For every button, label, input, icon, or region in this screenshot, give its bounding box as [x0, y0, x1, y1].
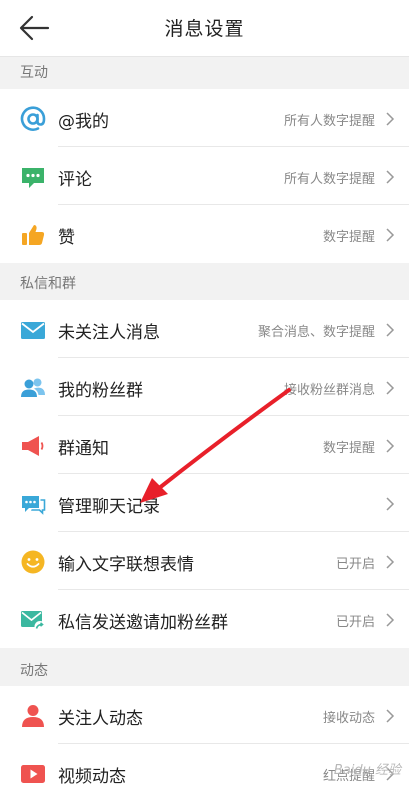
setting-value: 已开启 [335, 615, 375, 630]
setting-label: 关注人动态 [58, 709, 143, 729]
setting-label: 我的粉丝群 [58, 381, 143, 401]
setting-row-comment[interactable]: 评论 所有人数字提醒 [0, 147, 409, 205]
chat-bubbles-icon [22, 496, 46, 515]
setting-row-stranger-msg[interactable]: 未关注人消息 聚合消息、数字提醒 [0, 300, 409, 358]
setting-value: 数字提醒 [322, 230, 375, 245]
setting-label: @我的 [58, 112, 109, 132]
setting-row-dm-invite[interactable]: 私信发送邀请加粉丝群 已开启 [0, 590, 409, 648]
chevron-right-icon [386, 439, 395, 453]
setting-label: 输入文字联想表情 [58, 555, 194, 575]
chevron-right-icon [386, 381, 395, 395]
chevron-right-icon [386, 170, 395, 184]
setting-row-fan-group[interactable]: 我的粉丝群 接收粉丝群消息 [0, 358, 409, 416]
section-header-dm-groups: 私信和群 [0, 263, 409, 300]
setting-label: 视频动态 [58, 767, 126, 786]
setting-value: 接收粉丝群消息 [283, 383, 375, 398]
at-icon [20, 106, 46, 131]
video-icon [21, 765, 45, 783]
setting-row-mention[interactable]: @我的 所有人数字提醒 [0, 89, 409, 147]
setting-row-follow-activity[interactable]: 关注人动态 接收动态 [0, 686, 409, 744]
chevron-right-icon [386, 228, 395, 242]
smiley-icon [21, 550, 45, 574]
setting-value: 所有人数字提醒 [283, 172, 375, 187]
megaphone-icon [22, 436, 44, 456]
thumbs-up-icon [22, 225, 45, 245]
group-icon [21, 378, 45, 397]
page-title: 消息设置 [164, 18, 245, 40]
setting-value: 数字提醒 [322, 441, 375, 456]
person-icon [22, 705, 44, 727]
setting-row-emoji-suggest[interactable]: 输入文字联想表情 已开启 [0, 532, 409, 590]
chevron-right-icon [386, 112, 395, 126]
section-header-interaction: 互动 [0, 57, 409, 88]
envelope-icon [21, 322, 45, 339]
setting-label: 群通知 [58, 439, 109, 459]
setting-row-group-notice[interactable]: 群通知 数字提醒 [0, 416, 409, 474]
setting-label: 管理聊天记录 [58, 497, 160, 517]
chevron-right-icon [386, 613, 395, 627]
setting-row-like[interactable]: 赞 数字提醒 [0, 205, 409, 263]
chevron-right-icon [386, 709, 395, 723]
setting-value: 聚合消息、数字提醒 [257, 325, 375, 340]
setting-label: 赞 [58, 228, 75, 248]
setting-label: 私信发送邀请加粉丝群 [58, 613, 228, 633]
envelope-share-icon [21, 611, 46, 632]
chevron-right-icon [386, 497, 395, 511]
top-bar: 消息设置 [0, 0, 409, 57]
setting-label: 评论 [58, 170, 92, 190]
watermark: Baidu 经验 [333, 763, 401, 778]
section-header-activity: 动态 [0, 648, 409, 686]
setting-value: 接收动态 [322, 711, 375, 726]
setting-row-chat-history[interactable]: 管理聊天记录 [0, 474, 409, 532]
chevron-right-icon [386, 323, 395, 337]
chevron-right-icon [386, 555, 395, 569]
setting-value: 已开启 [335, 557, 375, 572]
setting-label: 未关注人消息 [58, 323, 160, 343]
setting-value: 所有人数字提醒 [283, 114, 375, 129]
comment-icon [22, 168, 44, 188]
